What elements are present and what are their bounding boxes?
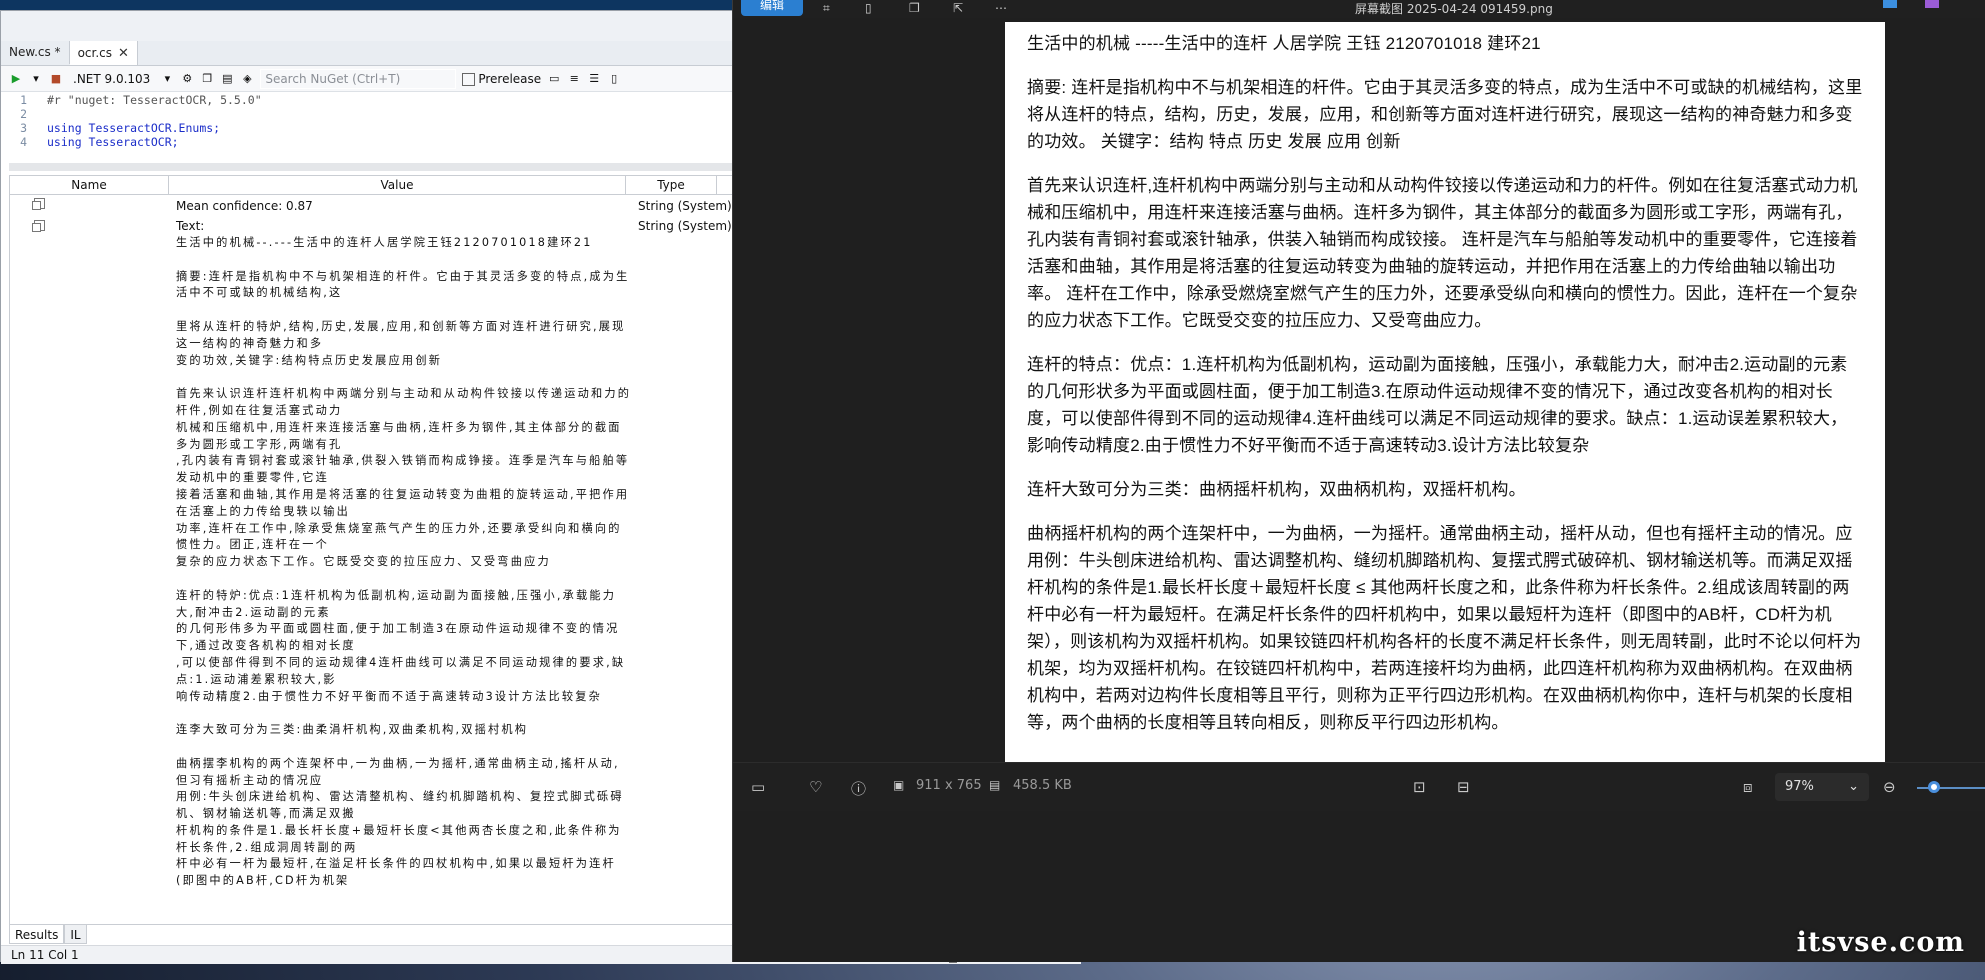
file-size: 458.5 KB <box>1013 778 1072 793</box>
editor-horizontal-scrollbar[interactable] <box>9 163 733 171</box>
screenshot-icon[interactable]: ⧈ <box>1743 778 1753 796</box>
tab-ocr-cs[interactable]: ocr.cs ✕ <box>69 41 138 65</box>
save-icon: ▤ <box>989 778 1001 792</box>
stop-icon[interactable]: ■ <box>49 72 63 86</box>
chevron-down-icon[interactable]: ▾ <box>160 72 174 86</box>
heart-icon[interactable]: ♡ <box>809 778 822 796</box>
code-text: #r "nuget: TesseractOCR, 5.5.0" <box>47 93 262 107</box>
code-text: using TesseractOCR.Enums; <box>47 121 221 135</box>
photo-viewer-window: 编辑 ⌗ ▯ ❐ ⇱ ⋯ 屏幕截图 2025-04-24 091459.png … <box>732 0 1985 962</box>
code-line: 2 <box>1 107 733 121</box>
chevron-down-icon: ⌄ <box>1848 779 1859 794</box>
line-number: 4 <box>20 135 27 149</box>
panel-icon[interactable]: ▯ <box>607 72 621 86</box>
viewer-toolbar: 编辑 ⌗ ▯ ❐ ⇱ ⋯ 屏幕截图 2025-04-24 091459.png <box>733 0 1985 18</box>
column-name[interactable]: Name <box>10 176 169 194</box>
doc-paragraph: 连杆大致可分为三类：曲柄摇杆机构，双曲柄机构，双摇杆机构。 <box>1027 480 1526 499</box>
folder-icon[interactable]: ▤ <box>220 72 234 86</box>
crop-icon[interactable]: ⌗ <box>823 1 830 16</box>
doc-paragraph: 曲柄摇杆机构的两个连架杆中，一为曲柄，一为摇杆。通常曲柄主动，摇杆从动，但也有摇… <box>1027 524 1862 732</box>
column-value[interactable]: Value <box>169 176 626 194</box>
output-tab-strip: Results IL <box>9 924 87 944</box>
framework-select[interactable]: .NET 9.0.103 <box>69 72 154 86</box>
zoom-value: 97% <box>1785 779 1814 794</box>
prerelease-checkbox[interactable]: Prerelease <box>462 72 541 86</box>
doc-paragraph: 生活中的机械 -----生活中的连杆 人居学院 王钰 2120701018 建环… <box>1027 34 1541 53</box>
line-number: 1 <box>20 93 27 107</box>
copy-icon[interactable]: ❐ <box>909 1 920 15</box>
displayed-image-document: 生活中的机械 -----生活中的连杆 人居学院 王钰 2120701018 建环… <box>1005 22 1885 762</box>
text-scan-icon[interactable]: ⊟ <box>1457 778 1470 796</box>
copy-icon[interactable] <box>32 220 45 232</box>
tab-label: New.cs * <box>9 45 61 59</box>
tab-results[interactable]: Results <box>9 924 65 944</box>
line-number: 3 <box>20 121 27 135</box>
file-name: 屏幕截图 2025-04-24 091459.png <box>1355 2 1553 16</box>
watermark-text: itsvse.com <box>1796 927 1965 958</box>
prerelease-label: Prerelease <box>478 71 542 86</box>
ocr-output-text: 生活中的机械--.---生活中的连杆人居学院王钰2120701018建环21 摘… <box>176 236 632 888</box>
tab-il[interactable]: IL <box>64 924 87 944</box>
filmstrip-icon[interactable]: ▭ <box>751 778 765 796</box>
references-icon[interactable]: ⚙ <box>180 72 194 86</box>
code-line: 1 #r "nuget: TesseractOCR, 5.5.0" <box>1 93 733 107</box>
nuget-search-input[interactable]: Search NuGet (Ctrl+T) <box>260 68 457 89</box>
column-type[interactable]: Type <box>626 176 717 194</box>
image-dimensions: 911 x 765 <box>916 778 982 793</box>
doc-paragraph: 连杆的特点：优点：1.连杆机构为低副机构，运动副为面接触，压强小，承载能力大，耐… <box>1027 355 1848 455</box>
cell-value: Mean confidence: 0.87 <box>176 199 313 213</box>
more-icon[interactable]: ⋯ <box>995 1 1007 15</box>
doc-paragraph: 摘要: 连杆是指机构中不与机架相连的杆件。它由于其灵活多变的特点，成为生活中不可… <box>1027 78 1863 151</box>
doc-paragraph: 首先来认识连杆,连杆机构中两端分别与主动和从动构件铰接以传递运动和力的杆件。例如… <box>1027 176 1858 330</box>
edit-button[interactable]: 编辑 <box>741 0 803 16</box>
app-icon[interactable] <box>1925 0 1939 8</box>
checkbox-box <box>462 72 476 86</box>
app-icon[interactable] <box>1883 0 1897 8</box>
document-icon[interactable]: ▭ <box>547 72 561 86</box>
chevron-down-icon[interactable]: ▾ <box>29 72 43 86</box>
info-icon[interactable]: ⓘ <box>851 778 866 799</box>
format-icon[interactable]: ≡ <box>567 72 581 86</box>
cursor-position: Ln 11 Col 1 <box>11 948 79 962</box>
close-icon[interactable]: ✕ <box>118 42 129 65</box>
cell-value-label: Text: <box>176 219 205 233</box>
viewer-bottom-bar: ▭ ♡ ⓘ ▣ 911 x 765 ▤ 458.5 KB ⊡ ⊟ ⧈ 97% ⌄ … <box>733 762 1985 811</box>
dimensions-icon: ▣ <box>893 778 905 792</box>
tab-new-cs[interactable]: New.cs * <box>1 41 70 64</box>
copy-icon[interactable]: ❐ <box>200 72 214 86</box>
copy-icon[interactable] <box>32 198 45 210</box>
code-text: using TesseractOCR; <box>47 135 179 149</box>
share-icon[interactable]: ⇱ <box>953 1 963 15</box>
zoom-out-icon[interactable]: ⊖ <box>1883 778 1896 796</box>
outline-icon[interactable]: ☰ <box>587 72 601 86</box>
run-icon[interactable]: ▶ <box>9 72 23 86</box>
scan-icon[interactable]: ⊡ <box>1413 778 1426 796</box>
delete-icon[interactable]: ▯ <box>865 1 872 15</box>
code-line: 4 using TesseractOCR; <box>1 135 733 149</box>
nuget-icon[interactable]: ◈ <box>240 72 254 86</box>
zoom-select[interactable]: 97% ⌄ <box>1775 773 1869 801</box>
tab-label: ocr.cs <box>77 45 112 60</box>
zoom-slider-thumb[interactable] <box>1928 781 1940 793</box>
line-number: 2 <box>20 107 27 121</box>
code-editor[interactable]: 1 #r "nuget: TesseractOCR, 5.5.0" 2 3 usin… <box>1 93 733 163</box>
code-line: 3 using TesseractOCR.Enums; <box>1 121 733 135</box>
